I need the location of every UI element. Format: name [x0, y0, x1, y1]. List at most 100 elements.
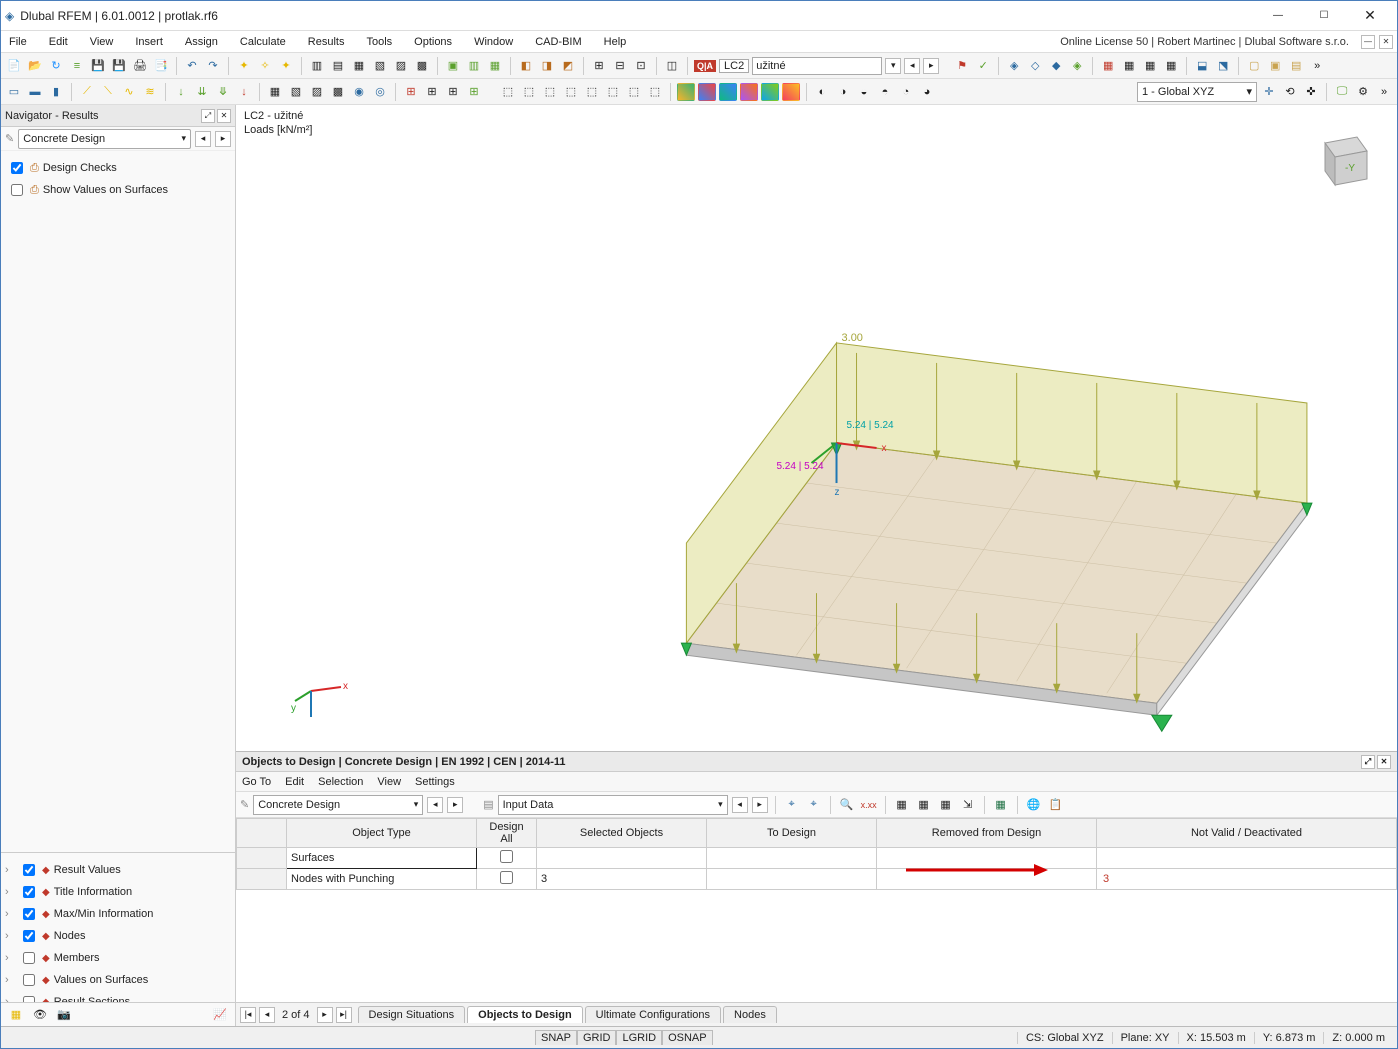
- box-a-icon[interactable]: ▢: [1245, 57, 1263, 75]
- draw-b-icon[interactable]: ⟍: [99, 83, 117, 101]
- btm-tbl-c-icon[interactable]: ▦: [937, 796, 955, 814]
- model-viewport[interactable]: LC2 - užitné Loads [kN/m²]: [236, 105, 1397, 751]
- draw-c-icon[interactable]: ∿: [120, 83, 138, 101]
- btm-menu-edit[interactable]: Edit: [285, 776, 304, 788]
- sel-b-icon[interactable]: ▬: [26, 83, 44, 101]
- nav-checkbox[interactable]: [23, 886, 35, 898]
- clr-d-icon[interactable]: [740, 83, 758, 101]
- clr-c-icon[interactable]: [719, 83, 737, 101]
- model-a-icon[interactable]: ◧: [517, 57, 535, 75]
- iso-b-icon[interactable]: ◇: [1026, 57, 1044, 75]
- ld-c-icon[interactable]: ⤋: [214, 83, 232, 101]
- navigator-combo[interactable]: Concrete Design ▾: [18, 129, 191, 149]
- mesh-d-icon[interactable]: ⊞: [465, 83, 483, 101]
- panel-pin-icon[interactable]: ⤢: [201, 109, 215, 123]
- calc-a-icon[interactable]: ▣: [444, 57, 462, 75]
- nav-item-result-values[interactable]: ◆Result Values: [5, 859, 231, 881]
- grp-d-icon[interactable]: ▩: [329, 83, 347, 101]
- iso-a-icon[interactable]: ◈: [1005, 57, 1023, 75]
- new-icon[interactable]: 📄: [5, 57, 23, 75]
- col-removed[interactable]: Removed from Design: [877, 819, 1097, 848]
- mesh-b-icon[interactable]: ⊞: [423, 83, 441, 101]
- res-a-icon[interactable]: ⬚: [499, 83, 517, 101]
- draw-d-icon[interactable]: ≋: [141, 83, 159, 101]
- window-c-icon[interactable]: ▦: [350, 57, 368, 75]
- pager-prev-icon[interactable]: ◂: [259, 1007, 275, 1023]
- cs-c-icon[interactable]: ✜: [1302, 83, 1320, 101]
- menu-cadbim[interactable]: CAD-BIM: [531, 34, 585, 50]
- btm-c1-next-icon[interactable]: ▸: [447, 797, 463, 813]
- grp-c-icon[interactable]: ▨: [308, 83, 326, 101]
- window-d-icon[interactable]: ▧: [371, 57, 389, 75]
- menu-results[interactable]: Results: [304, 34, 349, 50]
- btm-c2-next-icon[interactable]: ▸: [752, 797, 768, 813]
- flag-b-icon[interactable]: ✓: [974, 57, 992, 75]
- box-c-icon[interactable]: ▤: [1287, 57, 1305, 75]
- grp-f-icon[interactable]: ◎: [371, 83, 389, 101]
- btm-sel-a-icon[interactable]: ⌖: [783, 796, 801, 814]
- box-b-icon[interactable]: ▣: [1266, 57, 1284, 75]
- menu-edit[interactable]: Edit: [45, 34, 72, 50]
- menu-calculate[interactable]: Calculate: [236, 34, 290, 50]
- menu-insert[interactable]: Insert: [131, 34, 167, 50]
- menu-file[interactable]: File: [5, 34, 31, 50]
- cell-objtype[interactable]: Nodes with Punching: [287, 869, 477, 890]
- reload-icon[interactable]: ↻: [47, 57, 65, 75]
- minimize-button[interactable]: —: [1255, 1, 1301, 31]
- menubar-close-icon[interactable]: ✕: [1379, 35, 1393, 49]
- nav-item-values-on-surfaces[interactable]: ◆Values on Surfaces: [5, 969, 231, 991]
- btm-combo-input[interactable]: Input Data ▾: [498, 795, 728, 815]
- view-b-icon[interactable]: ✧: [256, 57, 274, 75]
- open-icon[interactable]: 📂: [26, 57, 44, 75]
- misc-f-icon[interactable]: ◕: [918, 83, 936, 101]
- menu-assign[interactable]: Assign: [181, 34, 222, 50]
- btm-combo-design[interactable]: Concrete Design ▾: [253, 795, 423, 815]
- nav-checkbox[interactable]: [23, 908, 35, 920]
- cube-a-icon[interactable]: ▦: [1099, 57, 1117, 75]
- report-icon[interactable]: 📑: [152, 57, 170, 75]
- misc-a-icon[interactable]: ◐: [813, 83, 831, 101]
- calc-b-icon[interactable]: ▥: [465, 57, 483, 75]
- print-icon[interactable]: 🖨: [131, 57, 149, 75]
- col-selected[interactable]: Selected Objects: [537, 819, 707, 848]
- btm-tab-ultimate-configurations[interactable]: Ultimate Configurations: [585, 1006, 721, 1023]
- lc-dropdown-icon[interactable]: ▾: [885, 58, 901, 74]
- nav-foot-a-icon[interactable]: ▦: [7, 1006, 25, 1024]
- col-todesign[interactable]: To Design: [707, 819, 877, 848]
- menu-view[interactable]: View: [86, 34, 118, 50]
- cell-selected[interactable]: 3: [537, 869, 707, 890]
- pager-next-icon[interactable]: ▸: [317, 1007, 333, 1023]
- lc-next-icon[interactable]: ▸: [923, 58, 939, 74]
- btm-tbl-a-icon[interactable]: ▦: [893, 796, 911, 814]
- menu-help[interactable]: Help: [600, 34, 631, 50]
- btm-menu-view[interactable]: View: [377, 776, 401, 788]
- iso-d-icon[interactable]: ◈: [1068, 57, 1086, 75]
- cs-b-icon[interactable]: ⟲: [1281, 83, 1299, 101]
- btm-globe-icon[interactable]: 🌐: [1025, 796, 1043, 814]
- window-f-icon[interactable]: ▩: [413, 57, 431, 75]
- cell-removed[interactable]: [877, 848, 1097, 869]
- cs-a-icon[interactable]: ✛: [1260, 83, 1278, 101]
- objects-table[interactable]: Object Type DesignAll Selected Objects T…: [236, 818, 1397, 890]
- res-f-icon[interactable]: ⬚: [604, 83, 622, 101]
- clr-b-icon[interactable]: [698, 83, 716, 101]
- nav-checkbox[interactable]: [23, 974, 35, 986]
- cube-c-icon[interactable]: ▦: [1141, 57, 1159, 75]
- overflow2-icon[interactable]: »: [1375, 83, 1393, 101]
- misc-c-icon[interactable]: ◒: [855, 83, 873, 101]
- gear-icon[interactable]: ⚙: [1354, 83, 1372, 101]
- cell-notvalid[interactable]: 3: [1097, 869, 1397, 890]
- grp-b-icon[interactable]: ▧: [287, 83, 305, 101]
- status-grid-button[interactable]: GRID: [577, 1030, 617, 1045]
- status-snap-button[interactable]: SNAP: [535, 1030, 577, 1045]
- grp-a-icon[interactable]: ▦: [266, 83, 284, 101]
- saveall-icon[interactable]: 💾: [110, 57, 128, 75]
- misc-e-icon[interactable]: ◔: [897, 83, 915, 101]
- btm-close-icon[interactable]: ✕: [1377, 755, 1391, 769]
- nav-item-design-checks[interactable]: ⎙Design Checks: [7, 157, 231, 179]
- view-a-icon[interactable]: ✦: [235, 57, 253, 75]
- overflow-icon[interactable]: »: [1308, 57, 1326, 75]
- btm-find-icon[interactable]: 🔍: [838, 796, 856, 814]
- undo-icon[interactable]: ↶: [183, 57, 201, 75]
- res-d-icon[interactable]: ⬚: [562, 83, 580, 101]
